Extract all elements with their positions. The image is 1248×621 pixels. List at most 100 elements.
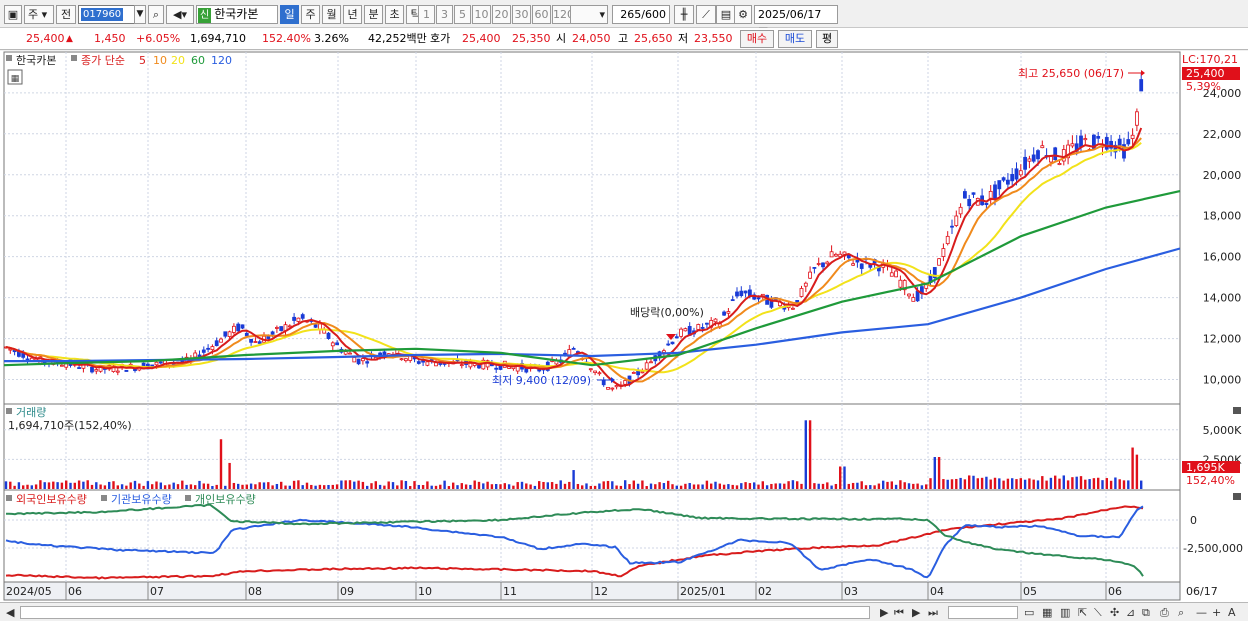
volume-bar — [611, 481, 614, 489]
interval-dropdown[interactable]: ▾ — [570, 5, 608, 24]
candle-type-icon[interactable]: ╫ — [674, 5, 694, 24]
candle-body — [236, 323, 241, 332]
period-button[interactable]: 일 — [280, 5, 299, 24]
zoom-slider[interactable] — [948, 606, 1018, 619]
volume-bar — [507, 484, 511, 489]
date-field[interactable]: 2025/06/17 ▦ — [754, 5, 838, 38]
volume-bar — [477, 481, 481, 489]
buy-button[interactable]: 매수 — [740, 30, 774, 48]
volume-bar — [636, 483, 640, 489]
period-button[interactable]: 월 — [322, 5, 341, 24]
volume-bar — [937, 457, 941, 489]
crosshair-icon[interactable]: ✣ — [1110, 606, 1119, 619]
ruler-icon[interactable]: ⊿ — [1126, 606, 1135, 619]
volume-bar — [718, 483, 721, 489]
low-label: 저 — [678, 32, 689, 45]
volume-bar — [847, 483, 850, 489]
period-button[interactable]: 초 — [385, 5, 404, 24]
interval-button[interactable]: 20 — [492, 5, 511, 24]
volume-bar — [1066, 480, 1070, 489]
market-select[interactable]: 주 ▾ — [24, 5, 54, 24]
volume-bar — [692, 484, 696, 489]
print-icon[interactable]: ⎙ — [1160, 606, 1169, 619]
candle-body — [1010, 173, 1015, 182]
period-button[interactable]: 분 — [364, 5, 383, 24]
volume-bar — [99, 484, 102, 489]
volume-bar — [168, 484, 171, 489]
volume-bar — [860, 481, 863, 489]
zoom-out-icon[interactable]: — — [1196, 606, 1207, 619]
zoom-in-icon[interactable]: + — [1212, 606, 1221, 619]
volume-bar — [108, 481, 111, 489]
stock-name-field[interactable]: 신 한국카본 — [196, 5, 278, 24]
play-icon[interactable]: ▶ — [912, 606, 920, 619]
volume-bar — [765, 485, 769, 489]
volume-bar — [159, 482, 162, 489]
cursor-icon[interactable]: ⇱ — [1078, 606, 1087, 619]
speaker-icon[interactable]: ◀▾ — [166, 5, 194, 24]
volume-bar — [116, 485, 119, 489]
grid-icon[interactable]: ▦ — [1042, 606, 1052, 619]
scroll-right-icon[interactable]: ▶ — [880, 606, 888, 619]
price-chart[interactable]: 24,00022,00020,00018,00016,00014,00012,0… — [0, 51, 1248, 602]
period-button[interactable]: 년 — [343, 5, 362, 24]
code-dropdown-icon[interactable]: ▼ — [134, 5, 146, 24]
candle-body — [352, 357, 357, 363]
draw-icon[interactable]: ⟋ — [696, 5, 716, 24]
candle-body — [851, 263, 855, 266]
count-field[interactable]: 265/600 — [612, 5, 670, 24]
search-icon[interactable]: ⌕ — [148, 5, 164, 24]
volume-bar — [323, 485, 326, 489]
volume-bar — [434, 485, 438, 489]
window-icon[interactable]: ▣ — [4, 5, 22, 24]
volume-bar — [1049, 477, 1053, 489]
volume-bar — [254, 484, 257, 489]
volume-bar — [1127, 480, 1130, 489]
volume-bar — [899, 480, 902, 489]
trendline-icon[interactable]: ⟍ — [1094, 606, 1102, 619]
indicator-icon[interactable]: ▥ — [1060, 606, 1070, 619]
chart-area[interactable]: 24,000 22,000 20,000 18,000 16,000 14,000 12,0… — [0, 51, 1248, 602]
bottom-bar: ◀ ▶ ⏮ ▶ ⏭ ▭ ▦ ▥ ⇱ ⟍ ✣ ⊿ ⧉ ⎙ ⌕ — + A — [0, 602, 1248, 621]
interval-button[interactable]: 10 — [472, 5, 491, 24]
chart-type-icon[interactable]: ▭ — [1024, 606, 1034, 619]
prev-button[interactable]: 전 — [56, 5, 76, 24]
interval-button[interactable]: 30 — [512, 5, 531, 24]
volume-bar — [1135, 454, 1139, 489]
candle-body — [997, 180, 1002, 190]
volume-bar — [409, 486, 412, 489]
save-icon[interactable]: ▤ — [716, 5, 736, 24]
candle-body — [124, 369, 129, 372]
gear-icon[interactable]: ⚙ — [734, 5, 752, 24]
period-button[interactable]: 주 — [301, 5, 320, 24]
first-page-icon[interactable]: ⏮ — [894, 606, 904, 619]
interval-button[interactable]: 3 — [436, 5, 453, 24]
interval-button[interactable]: 5 — [454, 5, 471, 24]
x-tick-label: 05 — [1023, 585, 1037, 598]
interval-button[interactable]: 120 — [552, 5, 574, 24]
volume-bar — [215, 484, 218, 489]
volume-bar — [56, 482, 59, 489]
font-size-icon[interactable]: A — [1228, 606, 1236, 619]
last-page-icon[interactable]: ⏭ — [928, 606, 938, 619]
horizontal-scrollbar[interactable] — [20, 606, 870, 619]
candle-body — [94, 369, 99, 372]
copy-icon[interactable]: ⧉ — [1142, 606, 1150, 619]
volume-bar — [1058, 478, 1061, 489]
holder-legend-label: 기관보유수량 — [111, 493, 172, 506]
scroll-left-icon[interactable]: ◀ — [6, 606, 14, 619]
magnify-icon[interactable]: ⌕ — [1178, 606, 1184, 619]
volume-value: 1,694,710 — [190, 32, 246, 45]
interval-button[interactable]: 1 — [418, 5, 435, 24]
volume-bar — [976, 478, 979, 489]
interval-button[interactable]: 60 — [532, 5, 551, 24]
volume-bar — [340, 480, 343, 489]
volume-bar — [469, 484, 472, 489]
sell-button[interactable]: 매도 — [778, 30, 812, 48]
eval-button[interactable]: 평 — [816, 30, 838, 48]
volume-bar — [791, 480, 795, 489]
low-note: 최저 9,400 (12/09) — [492, 374, 591, 387]
volume-bar — [194, 485, 197, 489]
volume-bar — [830, 485, 833, 489]
candle-body — [274, 327, 279, 329]
